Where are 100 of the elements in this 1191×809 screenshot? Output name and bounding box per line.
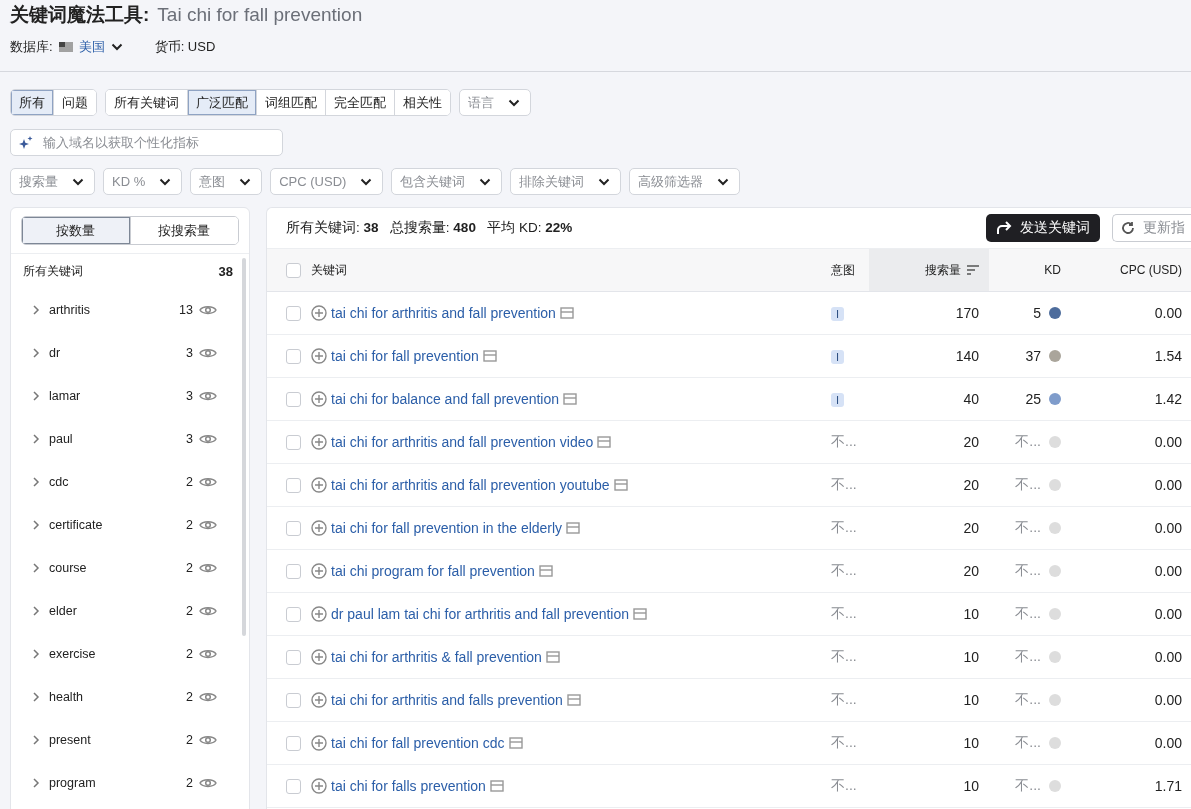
group-name[interactable]: cdc: [49, 474, 187, 489]
add-circle-icon[interactable]: [311, 563, 327, 579]
add-circle-icon[interactable]: [311, 305, 327, 321]
group-name[interactable]: exercise: [49, 646, 187, 661]
keyword-link[interactable]: tai chi for arthritis and fall prevention: [331, 305, 556, 321]
database-dropdown[interactable]: 美国: [78, 38, 123, 56]
group-name[interactable]: paul: [49, 431, 187, 446]
chevron-right-icon[interactable]: [31, 304, 41, 315]
group-name[interactable]: health: [49, 689, 187, 704]
add-circle-icon[interactable]: [311, 348, 327, 364]
chevron-right-icon[interactable]: [31, 605, 41, 616]
eye-icon[interactable]: [199, 733, 217, 746]
eye-icon[interactable]: [199, 475, 217, 488]
domain-input-field[interactable]: 输入域名以获取个性化指标: [10, 129, 283, 156]
serp-icon[interactable]: [482, 350, 497, 362]
filter-dropdown[interactable]: 意图: [190, 168, 263, 195]
eye-icon[interactable]: [199, 776, 217, 789]
group-name[interactable]: present: [49, 732, 187, 747]
eye-icon[interactable]: [199, 647, 217, 660]
serp-icon[interactable]: [563, 393, 578, 405]
filter-tab[interactable]: 相关性: [394, 90, 450, 115]
keyword-link[interactable]: tai chi for fall prevention: [331, 348, 479, 364]
update-metrics-button[interactable]: 更新指: [1112, 214, 1191, 242]
eye-icon[interactable]: [199, 518, 217, 531]
column-header[interactable]: KD: [989, 248, 1071, 292]
group-toggle[interactable]: 按搜索量: [129, 217, 238, 244]
filter-dropdown[interactable]: KD %: [103, 168, 183, 195]
serp-icon[interactable]: [559, 307, 574, 319]
keyword-link[interactable]: tai chi for arthritis and fall prevention video: [331, 434, 594, 450]
eye-icon[interactable]: [199, 561, 217, 574]
row-checkbox[interactable]: [286, 348, 301, 364]
chevron-right-icon[interactable]: [31, 734, 41, 745]
chevron-right-icon[interactable]: [31, 777, 41, 788]
scrollbar[interactable]: [242, 258, 246, 636]
add-circle-icon[interactable]: [311, 477, 327, 493]
filter-dropdown[interactable]: 搜索量: [10, 168, 95, 195]
chevron-right-icon[interactable]: [31, 347, 41, 358]
row-checkbox[interactable]: [286, 606, 301, 622]
row-checkbox[interactable]: [286, 778, 301, 794]
keyword-link[interactable]: tai chi for balance and fall prevention: [331, 391, 560, 407]
keyword-link[interactable]: tai chi for falls prevention: [331, 778, 486, 794]
filter-dropdown[interactable]: 包含关键词: [391, 168, 503, 195]
serp-icon[interactable]: [538, 565, 553, 577]
chevron-right-icon[interactable]: [31, 648, 41, 659]
send-keywords-button[interactable]: 发送关键词: [986, 214, 1100, 242]
group-name[interactable]: lamar: [49, 388, 187, 403]
eye-icon[interactable]: [199, 690, 217, 703]
row-checkbox[interactable]: [286, 649, 301, 665]
serp-icon[interactable]: [489, 780, 504, 792]
filter-tab[interactable]: 广泛匹配: [187, 90, 256, 115]
add-circle-icon[interactable]: [311, 735, 327, 751]
eye-icon[interactable]: [199, 389, 217, 402]
column-header[interactable]: CPC (USD): [1071, 248, 1191, 292]
add-circle-icon[interactable]: [311, 391, 327, 407]
serp-icon[interactable]: [566, 522, 581, 534]
filter-dropdown[interactable]: 排除关键词: [510, 168, 622, 195]
keyword-link[interactable]: tai chi program for fall prevention: [331, 563, 535, 579]
filter-tab[interactable]: 所有: [11, 90, 53, 115]
chevron-right-icon[interactable]: [31, 562, 41, 573]
row-checkbox[interactable]: [286, 520, 301, 536]
add-circle-icon[interactable]: [311, 606, 327, 622]
serp-icon[interactable]: [566, 694, 581, 706]
add-circle-icon[interactable]: [311, 520, 327, 536]
serp-icon[interactable]: [613, 479, 628, 491]
row-checkbox[interactable]: [286, 305, 301, 321]
group-name[interactable]: course: [49, 560, 187, 575]
chevron-right-icon[interactable]: [31, 433, 41, 444]
row-checkbox[interactable]: [286, 391, 301, 407]
add-circle-icon[interactable]: [311, 434, 327, 450]
chevron-right-icon[interactable]: [31, 691, 41, 702]
keyword-link[interactable]: dr paul lam tai chi for arthritis and fall prevention: [331, 606, 630, 622]
keyword-link[interactable]: tai chi for arthritis & fall prevention: [331, 649, 542, 665]
select-all-checkbox[interactable]: [286, 262, 301, 278]
serp-icon[interactable]: [633, 608, 648, 620]
filter-dropdown[interactable]: 高级筛选器: [629, 168, 741, 195]
group-name[interactable]: certificate: [49, 517, 187, 532]
group-name[interactable]: program: [49, 775, 187, 790]
chevron-right-icon[interactable]: [31, 519, 41, 530]
serp-icon[interactable]: [508, 737, 523, 749]
eye-icon[interactable]: [199, 346, 217, 359]
column-header[interactable]: 搜索量: [869, 248, 989, 292]
row-checkbox[interactable]: [286, 735, 301, 751]
column-header[interactable]: 关键词: [311, 248, 821, 292]
filter-tab[interactable]: 问题: [53, 90, 96, 115]
keyword-link[interactable]: tai chi for arthritis and fall prevention youtube: [331, 477, 610, 493]
serp-icon[interactable]: [597, 436, 612, 448]
eye-icon[interactable]: [199, 432, 217, 445]
group-name[interactable]: dr: [49, 345, 187, 360]
language-dropdown[interactable]: 语言: [459, 89, 531, 116]
keyword-link[interactable]: tai chi for arthritis and falls prevention: [331, 692, 563, 708]
row-checkbox[interactable]: [286, 434, 301, 450]
row-checkbox[interactable]: [286, 563, 301, 579]
eye-icon[interactable]: [199, 604, 217, 617]
group-name[interactable]: arthritis: [49, 302, 180, 317]
add-circle-icon[interactable]: [311, 649, 327, 665]
keyword-link[interactable]: tai chi for fall prevention in the elderly: [331, 520, 563, 536]
keyword-link[interactable]: tai chi for fall prevention cdc: [331, 735, 505, 751]
add-circle-icon[interactable]: [311, 778, 327, 794]
chevron-right-icon[interactable]: [31, 390, 41, 401]
row-checkbox[interactable]: [286, 477, 301, 493]
